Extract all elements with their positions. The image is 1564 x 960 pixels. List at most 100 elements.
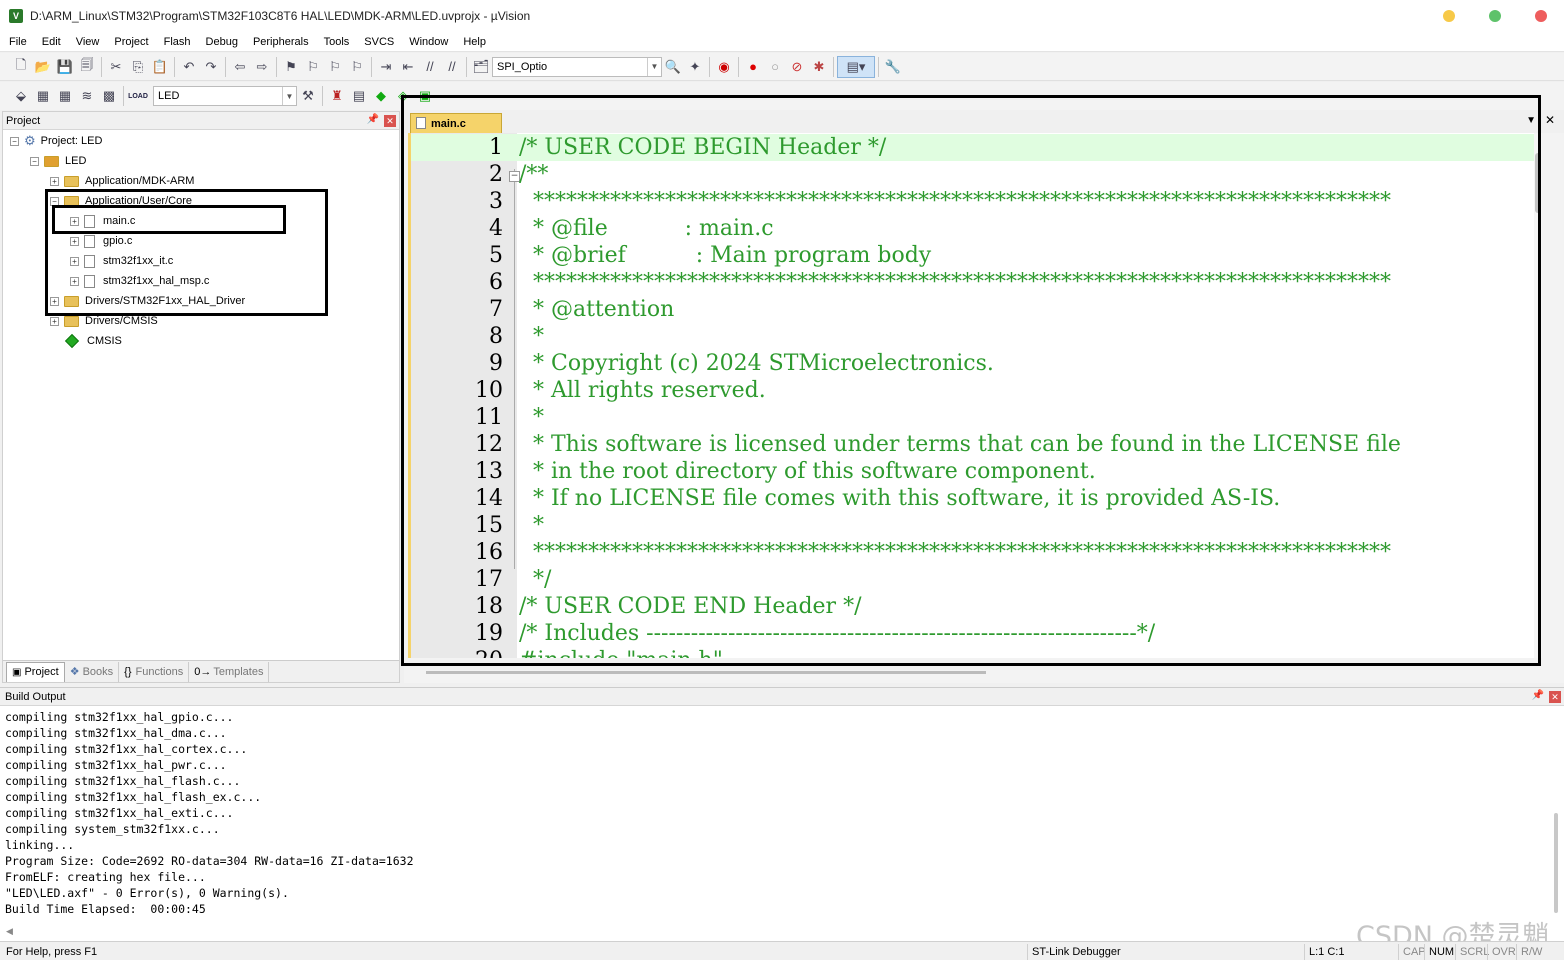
cut-icon[interactable]: ✂: [105, 56, 127, 78]
code-line[interactable]: 6 **************************************…: [411, 269, 1538, 296]
save-icon[interactable]: 💾: [54, 56, 76, 78]
nav-back-icon[interactable]: ⇦: [229, 56, 251, 78]
tree-file-gpio-c[interactable]: + gpio.c: [70, 231, 132, 251]
expand-icon[interactable]: +: [50, 296, 59, 306]
menu-help[interactable]: Help: [458, 36, 492, 48]
translate-icon[interactable]: ⬙: [10, 85, 32, 107]
pin-icon[interactable]: 📌: [367, 114, 379, 125]
code-line[interactable]: 16 *************************************…: [411, 539, 1538, 566]
incremental-find-icon[interactable]: ✦: [684, 56, 706, 78]
menu-peripherals[interactable]: Peripherals: [248, 36, 315, 48]
collapse-icon[interactable]: −: [50, 196, 59, 206]
kill-all-breakpoints-icon[interactable]: ✱: [808, 56, 830, 78]
tree-file-hal-msp-c[interactable]: + stm32f1xx_hal_msp.c: [70, 271, 209, 291]
collapse-icon[interactable]: −: [30, 156, 39, 166]
breakpoint-icon[interactable]: ●: [742, 56, 764, 78]
debug-session-icon[interactable]: ◉: [713, 56, 735, 78]
find-in-files-icon[interactable]: 🗂: [470, 56, 492, 78]
batch-build-icon[interactable]: ≋: [76, 85, 98, 107]
maximize-button[interactable]: [1489, 10, 1501, 22]
build-icon[interactable]: ▦: [32, 85, 54, 107]
close-button[interactable]: [1535, 10, 1547, 22]
tree-file-it-c[interactable]: + stm32f1xx_it.c: [70, 251, 173, 271]
tree-group-user-core[interactable]: − Application/User/Core: [50, 191, 192, 211]
rte-update-icon[interactable]: ◈: [392, 85, 414, 107]
tree-cmsis-component[interactable]: CMSIS: [64, 331, 122, 351]
expand-icon[interactable]: +: [50, 316, 59, 326]
manage-project-icon[interactable]: ♜: [326, 85, 348, 107]
tree-file-main-c[interactable]: + main.c: [70, 211, 135, 231]
paste-icon[interactable]: 📋: [149, 56, 171, 78]
code-line[interactable]: 8 *: [411, 323, 1538, 350]
build-vertical-scrollbar[interactable]: [1554, 718, 1560, 918]
save-all-icon[interactable]: 🗐: [76, 56, 98, 78]
indent-icon[interactable]: ⇥: [375, 56, 397, 78]
code-line[interactable]: 10 * All rights reserved.: [411, 377, 1538, 404]
undo-icon[interactable]: ↶: [178, 56, 200, 78]
find-icon[interactable]: 🔍: [662, 56, 684, 78]
code-line[interactable]: 20 #include "main.h": [411, 647, 1538, 658]
chevron-down-icon[interactable]: ▼: [647, 57, 661, 76]
target-select[interactable]: LED ▼: [153, 86, 297, 106]
manage-rte-icon[interactable]: ◆: [370, 85, 392, 107]
tree-group-hal-driver[interactable]: + Drivers/STM32F1xx_HAL_Driver: [50, 291, 245, 311]
rebuild-icon[interactable]: ▦: [54, 85, 76, 107]
code-line[interactable]: 14 * If no LICENSE file comes with this …: [411, 485, 1538, 512]
bookmark-icon[interactable]: ⚑: [280, 56, 302, 78]
code-line[interactable]: 4 * @file : main.c: [411, 215, 1538, 242]
comment-icon[interactable]: //: [419, 56, 441, 78]
tree-group-mdk-arm[interactable]: + Application/MDK-ARM: [50, 171, 194, 191]
code-line[interactable]: 15 *: [411, 512, 1538, 539]
menu-project[interactable]: Project: [109, 36, 154, 48]
open-folder-icon[interactable]: 📂: [32, 56, 54, 78]
code-line[interactable]: 2 /**: [411, 161, 1538, 188]
code-line[interactable]: 11 *: [411, 404, 1538, 431]
code-line[interactable]: 19 /* Includes --------------------------…: [411, 620, 1538, 647]
next-bookmark-icon[interactable]: ⚐: [324, 56, 346, 78]
uncomment-icon[interactable]: //: [441, 56, 463, 78]
code-line[interactable]: 17 */: [411, 566, 1538, 593]
expand-icon[interactable]: +: [50, 176, 59, 186]
pin-icon[interactable]: 📌: [1532, 690, 1544, 701]
find-combo[interactable]: SPI_Optio ▼: [492, 56, 662, 77]
tab-main-c[interactable]: main.c: [410, 113, 502, 134]
expand-icon[interactable]: +: [70, 216, 79, 226]
tree-root[interactable]: − ⚙ Project: LED: [10, 131, 102, 151]
minimize-button[interactable]: [1443, 10, 1455, 22]
download-icon[interactable]: LOAD: [127, 85, 149, 107]
tab-list-dropdown-icon[interactable]: ▼: [1526, 115, 1536, 126]
tab-templates[interactable]: 0→ Templates: [189, 661, 270, 682]
menu-tools[interactable]: Tools: [319, 36, 356, 48]
scroll-thumb[interactable]: [1554, 813, 1558, 913]
scroll-thumb[interactable]: [1535, 153, 1541, 213]
code-line[interactable]: 9 * Copyright (c) 2024 STMicroelectronic…: [411, 350, 1538, 377]
editor-vertical-scrollbar[interactable]: [1534, 133, 1542, 658]
menu-edit[interactable]: Edit: [37, 36, 67, 48]
menu-svcs[interactable]: SVCS: [359, 36, 400, 48]
code-line[interactable]: 3 **************************************…: [411, 188, 1538, 215]
stop-build-icon[interactable]: ▩: [98, 85, 120, 107]
close-tab-icon[interactable]: ✕: [1545, 113, 1555, 127]
window-layout-icon[interactable]: ▤▾: [837, 55, 875, 78]
tab-project[interactable]: ▣ Project: [6, 661, 65, 682]
redo-icon[interactable]: ↷: [200, 56, 222, 78]
unindent-icon[interactable]: ⇤: [397, 56, 419, 78]
configure-icon[interactable]: 🔧: [882, 56, 904, 78]
tab-books[interactable]: ❖ Books: [65, 661, 120, 682]
select-packs-icon[interactable]: ▤: [348, 85, 370, 107]
menu-flash[interactable]: Flash: [159, 36, 197, 48]
menu-window[interactable]: Window: [404, 36, 454, 48]
collapse-icon[interactable]: −: [10, 136, 19, 146]
target-options-icon[interactable]: ⚒: [297, 85, 319, 107]
chevron-down-icon[interactable]: ▼: [282, 87, 296, 105]
tab-functions[interactable]: {} Functions: [119, 661, 190, 682]
code-line[interactable]: 12 * This software is licensed under ter…: [411, 431, 1538, 458]
menu-file[interactable]: File: [4, 36, 33, 48]
tree-group-cmsis[interactable]: + Drivers/CMSIS: [50, 311, 158, 331]
copy-icon[interactable]: ⎘: [127, 56, 149, 78]
scroll-left-icon[interactable]: ◀: [6, 926, 13, 937]
editor-horizontal-scrollbar[interactable]: [426, 671, 986, 674]
code-line[interactable]: 13 * in the root directory of this softw…: [411, 458, 1538, 485]
code-line[interactable]: 7 * @attention: [411, 296, 1538, 323]
expand-icon[interactable]: +: [70, 256, 79, 266]
